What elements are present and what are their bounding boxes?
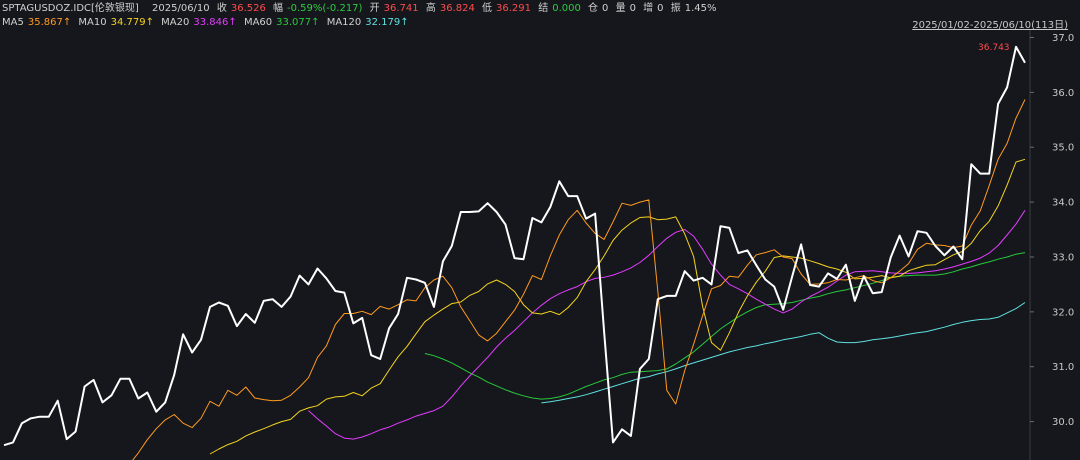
y-tick-label: 37.0 — [1052, 33, 1074, 44]
series-line-ma20 — [308, 210, 1026, 440]
ma20-value: 33.846↑ — [193, 17, 237, 28]
y-tick-label: 33.0 — [1052, 252, 1074, 263]
change-label: 幅 — [273, 3, 284, 14]
close-label: 收 — [216, 3, 227, 14]
quote-date: 2025/06/10 — [152, 3, 210, 14]
series-line-ma60 — [424, 252, 1026, 400]
low-label: 低 — [482, 3, 493, 14]
volume-value: 0 — [629, 3, 636, 14]
last-price-label: 36.743 — [978, 43, 1010, 53]
ma5-name[interactable]: MA5 — [2, 17, 24, 28]
series-line-price — [3, 45, 1026, 447]
amplitude-value: 1.45% — [684, 3, 717, 14]
y-tick-label: 32.0 — [1052, 307, 1074, 318]
open-label: 开 — [369, 3, 380, 14]
close-value: 36.526 — [230, 3, 266, 14]
increase-label: 增 — [643, 3, 654, 14]
ma120-value: 32.179↑ — [365, 17, 409, 28]
position-value: 0 — [602, 3, 609, 14]
quote-header: SPTAGUSDOZ.IDC[伦敦银现] 2025/06/10 收 36.526 … — [2, 2, 721, 16]
ma60-value: 33.077↑ — [276, 17, 320, 28]
low-value: 36.291 — [496, 3, 532, 14]
increase-value: 0 — [657, 3, 664, 14]
high-value: 36.824 — [439, 3, 475, 14]
open-value: 36.741 — [383, 3, 419, 14]
ma5-value: 35.867↑ — [27, 17, 72, 28]
ma10-name[interactable]: MA10 — [78, 17, 106, 28]
position-label: 仓 — [588, 3, 599, 14]
y-tick-label: 34.0 — [1052, 198, 1074, 209]
y-tick-label: 35.0 — [1052, 143, 1074, 154]
y-tick-label: 36.0 — [1052, 88, 1074, 99]
date-range-label[interactable]: 2025/01/02-2025/06/10(113日) — [912, 16, 1068, 31]
ma60-name[interactable]: MA60 — [244, 17, 272, 28]
series-line-ma10 — [209, 158, 1026, 455]
ma-legend: MA5 35.867↑ MA10 34.779↑ MA20 33.846↑ MA60 3… — [2, 16, 413, 30]
high-label: 高 — [425, 3, 436, 14]
volume-label: 量 — [615, 3, 626, 14]
y-tick-label: 30.0 — [1052, 417, 1074, 428]
series-line-ma5 — [132, 99, 1026, 460]
ma10-value: 34.779↑ — [110, 17, 154, 28]
series-line-ma120 — [541, 302, 1026, 404]
settle-value: 0.000 — [552, 3, 581, 14]
settle-label: 结 — [538, 3, 549, 14]
ma20-name[interactable]: MA20 — [161, 17, 189, 28]
y-tick-label: 31.0 — [1052, 362, 1074, 373]
price-chart[interactable]: 30.0 31.0 32.0 33.0 34.0 35.0 36.0 37.0 36.743 — [0, 30, 1080, 460]
amplitude-label: 振 — [670, 3, 681, 14]
ma120-name[interactable]: MA120 — [327, 17, 362, 28]
change-value: -0.59%(-0.217) — [287, 3, 363, 14]
symbol-name[interactable]: SPTAGUSDOZ.IDC[伦敦银现] — [2, 3, 139, 14]
